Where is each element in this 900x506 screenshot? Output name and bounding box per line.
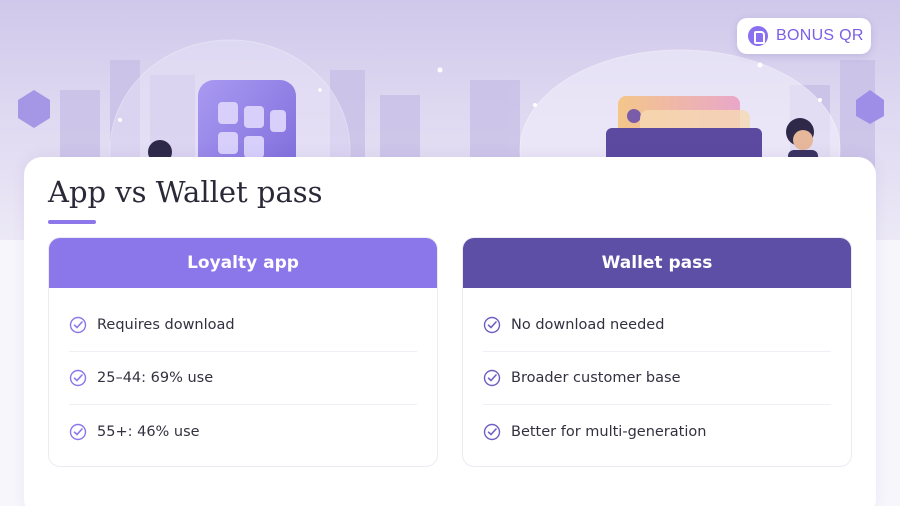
check-circle-icon	[483, 423, 501, 440]
check-circle-icon	[69, 316, 87, 334]
feature-row: 55+: 46% use	[69, 405, 417, 458]
feature-text: Broader customer base	[511, 370, 681, 386]
feature-text: No download needed	[511, 317, 665, 333]
feature-text: 55+: 46% use	[97, 423, 200, 440]
feature-row: Requires download	[69, 299, 417, 352]
feature-row: Broader customer base	[483, 352, 831, 405]
check-circle-icon	[69, 369, 87, 387]
feature-row: No download needed	[483, 299, 831, 352]
bonus-qr-logo-icon	[748, 26, 768, 46]
feature-row: Better for multi-generation	[483, 405, 831, 458]
loyalty-app-panel: Loyalty app Requires download 25–44: 69%…	[48, 237, 438, 467]
feature-text: Better for multi-generation	[511, 423, 707, 440]
feature-row: 25–44: 69% use	[69, 352, 417, 405]
bonus-qr-badge[interactable]: BONUS QR	[737, 18, 871, 54]
loyalty-app-header: Loyalty app	[49, 238, 437, 288]
title-underline	[48, 220, 96, 224]
comparison-card: App vs Wallet pass Loyalty app Requires …	[24, 157, 876, 506]
check-circle-icon	[483, 369, 501, 387]
check-circle-icon	[69, 423, 87, 440]
wallet-pass-panel: Wallet pass No download needed Broader c…	[462, 237, 852, 467]
feature-text: 25–44: 69% use	[97, 370, 214, 386]
brand-label: BONUS QR	[776, 27, 864, 44]
wallet-pass-feature-list: No download needed Broader customer base…	[463, 299, 851, 458]
cube-shape	[18, 90, 50, 128]
loyalty-app-feature-list: Requires download 25–44: 69% use 55+: 46…	[49, 299, 437, 458]
wallet-pass-header: Wallet pass	[463, 238, 851, 288]
check-circle-icon	[483, 316, 501, 334]
page-title: App vs Wallet pass	[48, 175, 323, 209]
feature-text: Requires download	[97, 317, 235, 333]
